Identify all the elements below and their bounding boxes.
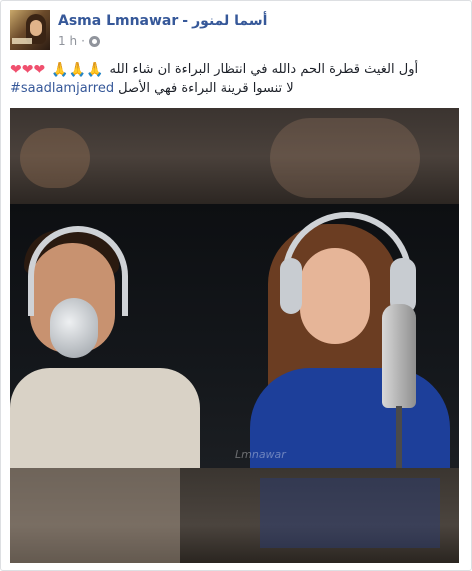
post-time[interactable]: 1 h [58,34,77,48]
author-name-separator: - [182,13,189,29]
post-meta: 1 h · [58,34,100,48]
author-avatar[interactable] [10,10,50,50]
author-name-arabic[interactable]: أسما لمنور [192,13,267,29]
meta-dot: · [81,34,85,48]
singer-man-shirt [10,368,200,468]
headphone-cup [50,298,98,358]
praying-hands-emoji: 🙏🙏🙏 [51,62,104,78]
avatar-text-strip [12,38,32,44]
microphone-stand [396,406,402,468]
caption-line-2: #saadlamjarred لا تنسوا قرينة البراءة فه… [10,80,460,98]
author-name-row: Asma Lmnawar - أسما لمنور [58,13,267,29]
caption-text-1: أول الغيث قطرة الحم دالله في انتظار البر… [109,62,419,77]
hashtag-link[interactable]: #saadlamjarred [10,80,114,98]
headphone-cup [280,258,302,314]
facebook-post: Asma Lmnawar - أسما لمنور 1 h · ❤❤❤ 🙏🙏🙏 أو… [0,0,472,571]
post-caption: ❤❤❤ 🙏🙏🙏 أول الغيث قطرة الحم دالله في انت… [10,61,460,98]
hearts-emoji: ❤❤❤ [10,62,46,78]
globe-icon [88,35,100,47]
caption-line-1: ❤❤❤ 🙏🙏🙏 أول الغيث قطرة الحم دالله في انت… [10,61,460,79]
caption-text-2: لا تنسوا قرينة البراءة فهي الأصل [118,81,294,96]
video-watermark: Lmnawar [235,448,286,461]
video-blur-bottom [10,468,459,563]
video-blur-top [10,108,459,204]
microphone-icon [382,304,416,408]
avatar-face [30,20,42,36]
post-video[interactable]: Lmnawar [10,108,459,563]
post-header: Asma Lmnawar - أسما لمنور 1 h · [10,10,460,52]
author-name-link[interactable]: Asma Lmnawar [58,13,178,29]
